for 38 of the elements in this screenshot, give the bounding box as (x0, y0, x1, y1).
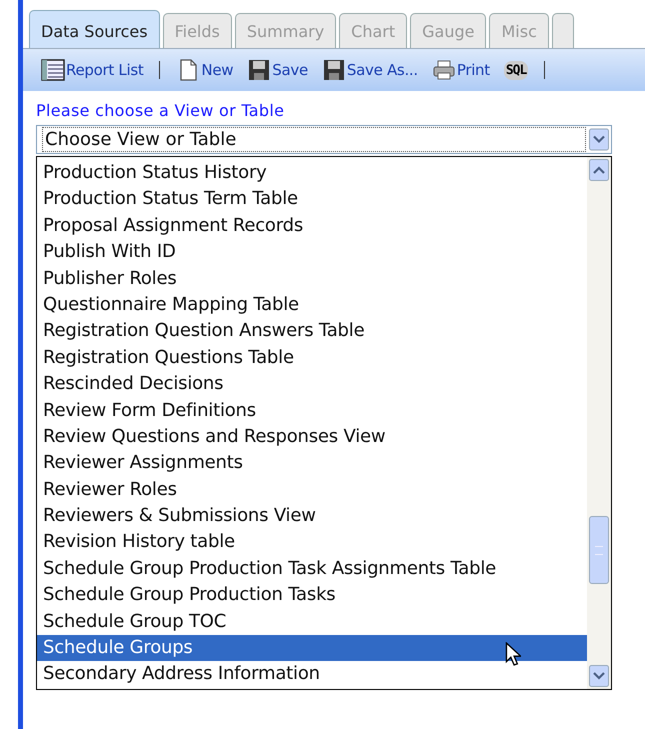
scroll-thumb[interactable] (589, 516, 609, 584)
list-option[interactable]: Reviewers & Submissions View (37, 503, 587, 530)
list-option[interactable]: Schedule Groups (37, 635, 587, 662)
scroll-down-icon[interactable] (589, 665, 609, 687)
scroll-up-icon[interactable] (589, 159, 609, 181)
list-option[interactable]: Review Questions and Responses View (37, 424, 587, 450)
list-option[interactable]: Registration Questions Table (37, 344, 587, 372)
list-option[interactable]: Publish With ID (37, 239, 587, 266)
view-select[interactable]: Choose View or Table (36, 125, 612, 154)
list-option[interactable]: Proposal Assignment Records (37, 212, 587, 240)
list-option[interactable]: Registration Question Answers Table (37, 318, 587, 345)
tab[interactable] (552, 13, 574, 48)
new-button[interactable]: New (172, 58, 238, 82)
prompt-label: Please choose a View or Table (36, 101, 286, 120)
printer-icon (432, 58, 456, 82)
separator (544, 61, 546, 79)
tab[interactable]: Data Sources (29, 10, 160, 48)
print-button[interactable]: Print (428, 58, 494, 82)
mouse-pointer-icon (505, 642, 521, 666)
list-icon (41, 58, 65, 82)
list-option[interactable]: Schedule Group Production Task Assignments Table (37, 556, 587, 582)
list-option[interactable]: Reviewer Roles (37, 476, 587, 504)
list-option[interactable]: Secondary Address Information (37, 661, 587, 688)
separator (159, 61, 160, 79)
list-option[interactable]: Revision History table (37, 529, 587, 556)
report-list-button[interactable]: Report List (37, 58, 148, 82)
save-button[interactable]: Save As... (318, 58, 422, 82)
list-option[interactable]: Schedule Group Production Tasks (37, 582, 587, 609)
list-option[interactable]: Questionnaire Mapping Table (37, 292, 587, 318)
list-option[interactable]: Production Status History (37, 160, 587, 186)
list-option[interactable]: Production Status Term Table (37, 186, 587, 213)
list-option[interactable]: Rescinded Decisions (37, 371, 587, 398)
list-option[interactable]: Publisher Roles (37, 266, 587, 292)
list-option[interactable]: Schedule Group TOC (37, 608, 587, 636)
list-option[interactable]: Reviewer Assignments (37, 450, 587, 477)
list-option[interactable]: Review Form Definitions (37, 398, 587, 424)
scrollbar[interactable] (587, 157, 611, 689)
save-button[interactable]: Save (243, 58, 312, 82)
